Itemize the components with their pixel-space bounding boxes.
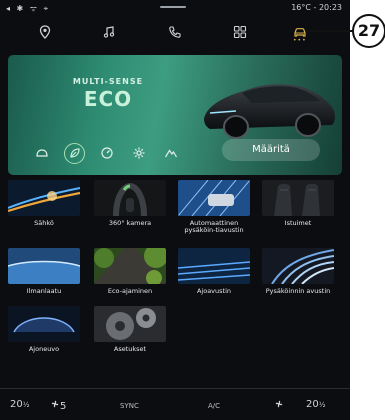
tile-label: Ajoneuvo (28, 345, 60, 353)
pull-down-handle[interactable] (160, 6, 186, 8)
callout-badge: 27 (352, 14, 385, 48)
infotainment-screen: ◂ ✱ ᯤ ⌖ 16°C - 20:23 ••• MULTI-SENSE ECO (0, 0, 350, 420)
driving-assist-thumbnail (178, 248, 250, 284)
electric-thumbnail (8, 180, 80, 216)
mode-perso[interactable] (129, 143, 149, 163)
music-icon (103, 26, 115, 38)
configure-button[interactable]: Määritä (222, 139, 320, 161)
sync-button[interactable]: SYNC (120, 402, 139, 410)
status-bar: ◂ ✱ ᯤ ⌖ 16°C - 20:23 (0, 0, 350, 16)
tile-label: Ajoavustin (196, 287, 232, 295)
phone-icon (169, 26, 181, 38)
clock: 20:23 (318, 3, 342, 12)
location-icon (39, 25, 51, 39)
left-temp-value: 20 (10, 399, 23, 410)
right-temp-half: ½ (318, 401, 326, 409)
fan-icon (51, 400, 59, 408)
climate-bar: 20½ 5 SYNC A/C 20½ (0, 388, 350, 420)
comfort-icon (36, 149, 48, 157)
active-tab-dots: ••• (293, 37, 307, 44)
tile-label: Istuimet (284, 219, 312, 227)
left-temperature[interactable]: 20½ (10, 399, 30, 410)
eco-driving-thumbnail (94, 248, 166, 284)
mountain-icon (164, 149, 178, 158)
tile-label: Pysäköinnin avustin (265, 287, 331, 295)
apps-grid-icon (233, 25, 247, 39)
status-temp-time: 16°C - 20:23 (291, 3, 342, 12)
nav-phone[interactable] (140, 18, 210, 46)
fan-speed-value: 5 (60, 401, 67, 412)
fan-speed[interactable]: 5 (50, 399, 66, 412)
camera-360-thumbnail (94, 180, 166, 216)
right-temperature[interactable]: 20½ (306, 399, 326, 410)
ac-button[interactable]: A/C (208, 402, 220, 410)
mode-terrain[interactable] (161, 143, 181, 163)
seats-thumbnail (262, 180, 334, 216)
eco-leaf-icon (69, 148, 80, 158)
mode-comfort[interactable] (32, 143, 52, 163)
right-temp-value: 20 (306, 399, 319, 410)
tile-label: Ilmanlaatu (26, 287, 62, 295)
air-quality-thumbnail (8, 248, 80, 284)
tile-label: 360° kamera (108, 219, 152, 227)
status-icons: ◂ ✱ ᯤ ⌖ (6, 4, 51, 13)
multi-sense-panel: MULTI-SENSE ECO Määritä (8, 55, 342, 175)
left-temp-half: ½ (22, 401, 30, 409)
parking-assist-thumbnail (262, 248, 334, 284)
mode-sport[interactable] (97, 143, 117, 163)
vehicle-thumbnail (8, 306, 80, 342)
vehicle-image (204, 84, 335, 139)
tile-label: Eco-ajaminen (107, 287, 153, 295)
auto-park-assist-thumbnail (178, 180, 250, 216)
sport-icon (101, 147, 113, 159)
settings-thumbnail (94, 306, 166, 342)
tile-label: Sähkö (34, 219, 54, 227)
rear-defrost[interactable] (272, 399, 286, 412)
fan-icon (275, 400, 283, 408)
tile-label: Asetukset (113, 345, 147, 353)
mode-eco[interactable] (64, 142, 85, 164)
nav-music[interactable] (74, 18, 144, 46)
settings-gear-icon (133, 147, 145, 159)
nav-location[interactable] (10, 18, 80, 46)
outside-temperature: 16°C (291, 3, 311, 12)
callout-line (306, 30, 353, 32)
hero-subtitle: MULTI-SENSE (72, 77, 144, 86)
hero-title: ECO (83, 87, 133, 111)
status-separator: - (313, 3, 317, 12)
drive-mode-selector (32, 142, 181, 164)
tile-label: Automaattinen pysäköin-tiavustin (184, 219, 244, 234)
